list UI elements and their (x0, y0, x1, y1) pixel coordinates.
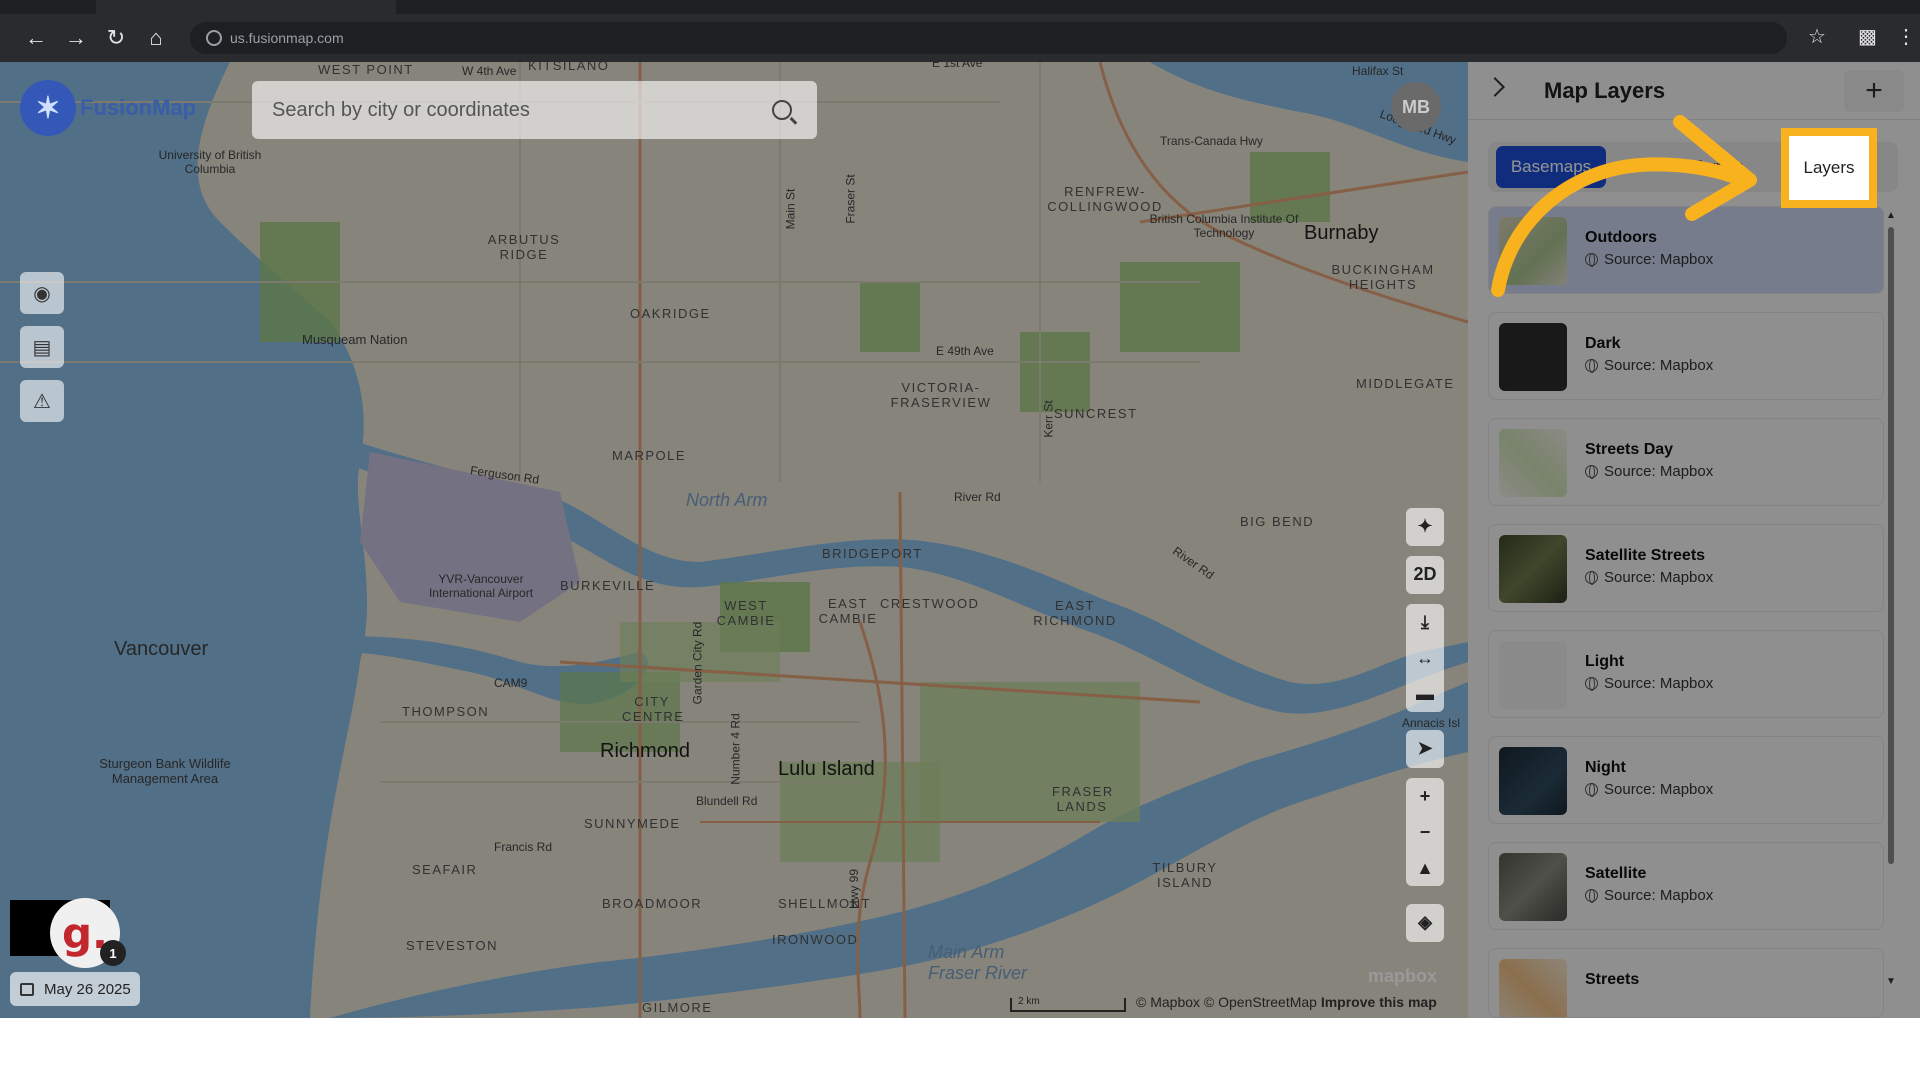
split-view-icon[interactable]: ↔ (1406, 640, 1444, 676)
tutorial-pointer-arrow-icon (1491, 115, 1757, 297)
user-avatar[interactable]: MB (1391, 82, 1441, 132)
app-logo[interactable]: ✶ FusionMap (20, 80, 196, 136)
layers-toggle-button[interactable]: ◈ (1406, 904, 1444, 942)
sparkle-chat-icon: ✦ (1417, 515, 1433, 536)
map-scale-bar: 2 km (1010, 997, 1126, 1012)
message-icon: ▤ (32, 336, 52, 359)
tab-layers-highlight[interactable]: Layers (1781, 128, 1877, 208)
zoom-in-icon[interactable]: + (1406, 778, 1444, 814)
notes-tool-button[interactable]: ▤ (20, 326, 64, 368)
locate-me-button[interactable]: ➤ (1406, 730, 1444, 768)
date-picker[interactable]: May 26 2025 (10, 972, 140, 1006)
modal-dim-overlay (0, 62, 1468, 1018)
zoom-controls: + − ▲ (1406, 778, 1444, 886)
view-mode-label: 2D (1413, 563, 1437, 584)
search-icon[interactable] (772, 100, 792, 120)
map-canvas[interactable]: WEST POINT W 4th Ave KITSILANO E 1st Ave… (0, 62, 1468, 1018)
url-text: us.fusionmap.com (230, 30, 344, 46)
address-bar[interactable]: us.fusionmap.com (190, 22, 1787, 54)
measure-tools-group: ⤓ ↔ ▬ (1406, 604, 1444, 712)
snapshot-tool-button[interactable]: ◉ (20, 272, 64, 314)
notification-count: 1 (100, 940, 126, 966)
bookmark-star-icon[interactable]: ☆ (1808, 24, 1826, 49)
tab-layers[interactable]: Layers (1803, 158, 1854, 178)
download-icon[interactable]: ⤓ (1406, 604, 1444, 640)
date-label: May 26 2025 (44, 980, 131, 998)
scan-target-icon: ◉ (33, 282, 51, 305)
improve-map-link[interactable]: Improve this map (1321, 994, 1437, 1010)
logo-text: FusionMap (80, 95, 197, 120)
brain-logo-icon: ✶ (20, 80, 76, 136)
view-mode-button[interactable]: 2D (1406, 556, 1444, 594)
browser-tab-strip (0, 0, 1920, 14)
browser-active-tab[interactable] (96, 0, 396, 14)
layers-stack-icon: ◈ (1418, 911, 1432, 932)
mapbox-logo: mapbox (1368, 966, 1438, 986)
map-attribution: © Mapbox © OpenStreetMap Improve this ma… (1136, 994, 1437, 1010)
browser-menu-icon[interactable]: ⋮ (1896, 24, 1916, 49)
ai-assist-button[interactable]: ✦ (1406, 508, 1444, 546)
search-bar[interactable] (252, 81, 817, 139)
site-info-icon[interactable] (206, 30, 222, 46)
home-icon[interactable]: ⌂ (136, 18, 176, 58)
extensions-puzzle-icon[interactable]: ▩ (1858, 24, 1877, 49)
warning-icon: ⚠ (33, 390, 51, 413)
calendar-icon (20, 982, 34, 996)
compass-icon[interactable]: ▲ (1406, 850, 1444, 886)
zoom-out-icon[interactable]: − (1406, 814, 1444, 850)
alerts-tool-button[interactable]: ⚠ (20, 380, 64, 422)
reload-icon[interactable]: ↻ (96, 18, 136, 58)
forward-arrow-icon[interactable]: → (56, 18, 96, 58)
back-arrow-icon[interactable]: ← (16, 18, 56, 58)
search-input[interactable] (272, 98, 772, 122)
attribution-text: © Mapbox © OpenStreetMap (1136, 994, 1317, 1010)
navigation-arrow-icon: ➤ (1417, 737, 1433, 758)
ruler-icon[interactable]: ▬ (1406, 676, 1444, 712)
